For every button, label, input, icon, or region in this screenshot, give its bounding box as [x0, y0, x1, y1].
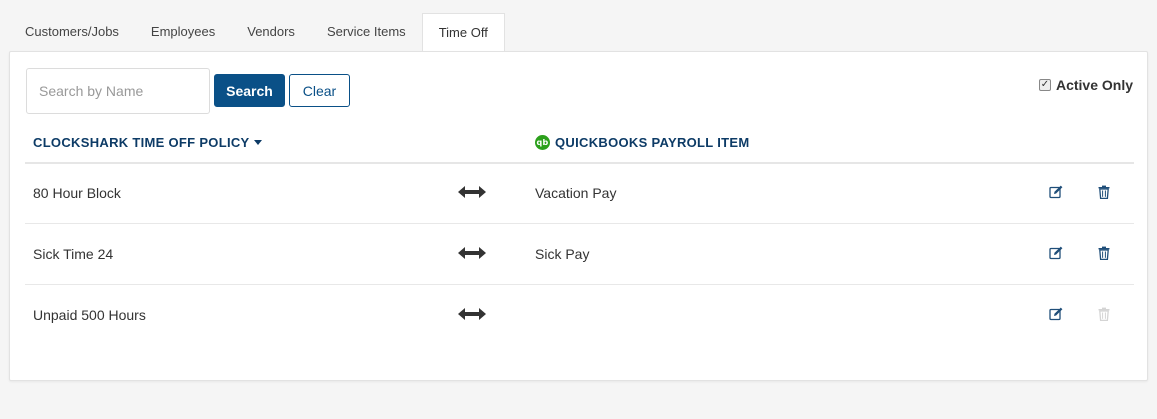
active-only-filter: ✓ Active Only	[1038, 77, 1133, 93]
trash-icon[interactable]	[1097, 185, 1111, 199]
search-button[interactable]: Search	[214, 74, 285, 107]
trash-icon	[1098, 307, 1110, 321]
edit-icon[interactable]	[1049, 246, 1063, 260]
edit-icon[interactable]	[1049, 185, 1063, 199]
policy-name: Sick Time 24	[33, 246, 114, 262]
tab-time-off[interactable]: Time Off	[421, 13, 505, 52]
column-header-payroll: qb QUICKBOOKS PAYROLL ITEM	[535, 135, 749, 150]
trash-icon[interactable]	[1097, 246, 1111, 260]
tab-employees[interactable]: Employees	[135, 13, 231, 51]
active-only-checkbox[interactable]: ✓	[1038, 79, 1051, 91]
tab-service-items[interactable]: Service Items	[311, 13, 422, 51]
edit-icon[interactable]	[1049, 307, 1063, 321]
column-header-payroll-label: QUICKBOOKS PAYROLL ITEM	[555, 135, 750, 150]
policy-name: 80 Hour Block	[33, 185, 121, 201]
policy-name: Unpaid 500 Hours	[33, 307, 146, 323]
double-arrow-icon	[458, 247, 486, 259]
table-row: Unpaid 500 Hours	[25, 285, 1134, 346]
tab-bar: Customers/Jobs Employees Vendors Service…	[9, 13, 505, 52]
double-arrow-icon	[458, 186, 486, 198]
column-header-policy-label: CLOCKSHARK TIME OFF POLICY	[33, 135, 250, 150]
payroll-item-name: Vacation Pay	[535, 185, 617, 201]
double-arrow-icon	[458, 308, 486, 320]
active-only-label: Active Only	[1055, 77, 1133, 93]
tab-vendors[interactable]: Vendors	[231, 13, 311, 51]
time-off-panel: Search Clear ✓ Active Only CLOCKSHARK TI…	[9, 51, 1148, 381]
clear-button[interactable]: Clear	[289, 74, 350, 107]
table-row: Sick Time 24 Sick Pay	[25, 224, 1134, 285]
caret-down-icon	[253, 140, 262, 145]
quickbooks-logo-icon: qb	[535, 135, 550, 150]
column-header-policy[interactable]: CLOCKSHARK TIME OFF POLICY	[33, 135, 262, 150]
tab-customers-jobs[interactable]: Customers/Jobs	[9, 13, 135, 51]
payroll-item-name: Sick Pay	[535, 246, 590, 262]
table-row: 80 Hour Block Vacation Pay	[25, 163, 1134, 224]
search-input[interactable]	[26, 68, 210, 114]
